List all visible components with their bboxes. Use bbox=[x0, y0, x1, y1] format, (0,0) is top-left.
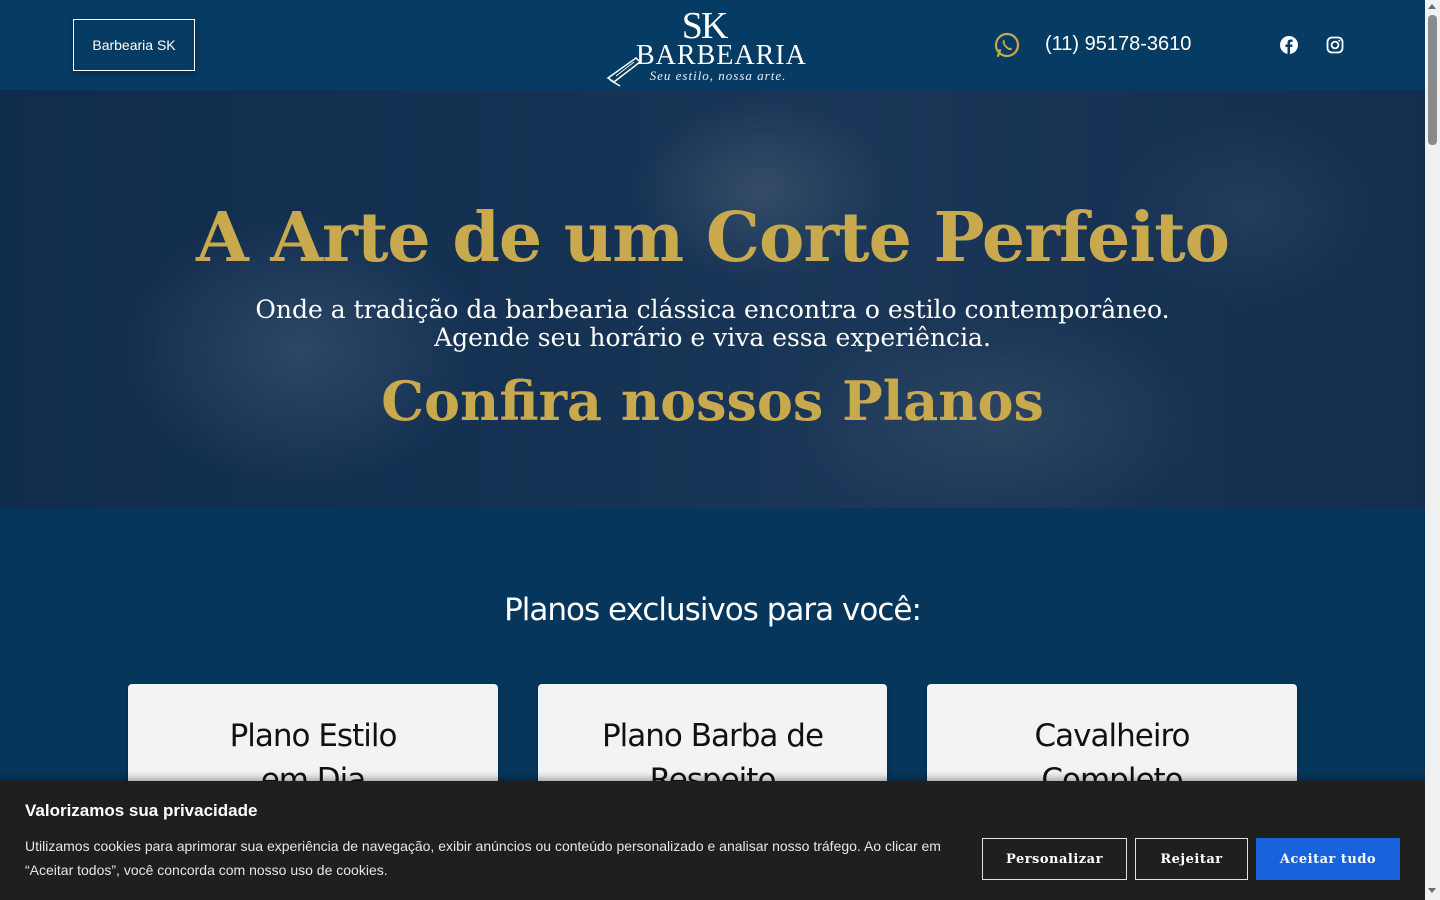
plan-card-title-line1: Cavalheiro bbox=[1034, 718, 1191, 754]
hero-title: A Arte de um Corte Perfeito bbox=[195, 198, 1230, 278]
hero-section: A Arte de um Corte Perfeito Onde a tradi… bbox=[0, 90, 1425, 508]
hero-subtitle-line2: Agende seu horário e viva essa experiênc… bbox=[434, 323, 991, 352]
plan-card-title-line1: Plano Barba de bbox=[601, 718, 824, 754]
cookie-banner: Valorizamos sua privacidade Utilizamos c… bbox=[0, 781, 1425, 900]
site-header: Barbearia SK SK BARBEARIA Seu estilo, no… bbox=[0, 0, 1425, 90]
scrollbar-thumb[interactable] bbox=[1428, 15, 1437, 145]
cookie-title: Valorizamos sua privacidade bbox=[25, 801, 258, 820]
scroll-down-arrow-icon[interactable] bbox=[1428, 888, 1436, 893]
whatsapp-icon[interactable] bbox=[993, 31, 1021, 59]
accept-all-button[interactable]: Aceitar tudo bbox=[1256, 838, 1400, 880]
hero-subtitle-line1: Onde a tradição da barbearia clássica en… bbox=[255, 295, 1170, 324]
hero-subtitle: Onde a tradição da barbearia clássica en… bbox=[0, 296, 1425, 352]
plan-card-title-line1: Plano Estilo bbox=[229, 718, 398, 754]
logo[interactable]: SK BARBEARIA Seu estilo, nossa arte. bbox=[602, 6, 806, 88]
brand-button[interactable]: Barbearia SK bbox=[73, 19, 195, 71]
scroll-up-arrow-icon[interactable] bbox=[1428, 4, 1436, 9]
plans-title: Planos exclusivos para você: bbox=[504, 592, 922, 628]
reject-button[interactable]: Rejeitar bbox=[1135, 838, 1248, 880]
cookie-text: Utilizamos cookies para aprimorar sua ex… bbox=[25, 838, 941, 878]
plans-heading: Confira nossos Planos bbox=[381, 369, 1044, 433]
phone-number[interactable]: (11) 95178-3610 bbox=[1045, 32, 1191, 56]
logo-slogan: Seu estilo, nossa arte. bbox=[649, 68, 787, 83]
logo-name: BARBEARIA bbox=[636, 40, 807, 71]
customize-button[interactable]: Personalizar bbox=[982, 838, 1127, 880]
facebook-icon[interactable] bbox=[1280, 36, 1298, 54]
instagram-icon[interactable] bbox=[1326, 36, 1344, 54]
page-scrollbar[interactable] bbox=[1425, 0, 1440, 900]
